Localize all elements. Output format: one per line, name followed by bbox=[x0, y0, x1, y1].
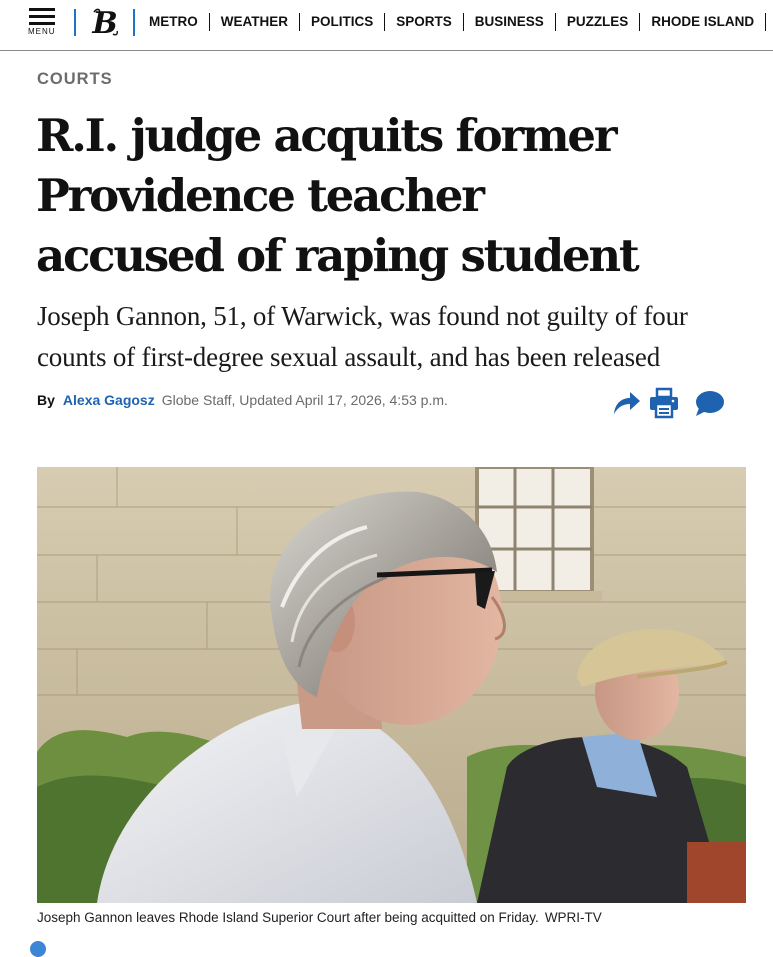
comment-bubble-icon bbox=[696, 391, 724, 416]
article-tools bbox=[612, 387, 726, 419]
photo-caption: Joseph Gannon leaves Rhode Island Superi… bbox=[37, 910, 602, 925]
byline-meta: Globe Staff, Updated April 17, 2026, 4:5… bbox=[161, 392, 448, 408]
courthouse-photo-illustration bbox=[37, 467, 746, 903]
nav-item-politics[interactable]: POLITICS bbox=[300, 13, 386, 31]
boston-globe-logo[interactable]: B bbox=[89, 4, 121, 41]
byline: By Alexa Gagosz Globe Staff, Updated Apr… bbox=[37, 389, 448, 411]
nav-item-puzzles[interactable]: PUZZLES bbox=[556, 13, 641, 31]
comment-button[interactable] bbox=[695, 387, 725, 419]
hamburger-icon-bar bbox=[29, 15, 55, 18]
byline-by-label: By bbox=[37, 392, 55, 408]
share-button[interactable] bbox=[612, 387, 642, 419]
nav-item-weather[interactable]: WEATHER bbox=[210, 13, 300, 31]
section-nav: METRO WEATHER POLITICS SPORTS BUSINESS P… bbox=[138, 12, 773, 32]
boston-globe-b-logo-icon: B bbox=[91, 6, 118, 41]
share-arrow-icon bbox=[614, 392, 640, 414]
hamburger-icon bbox=[29, 8, 55, 11]
article-dek: Joseph Gannon, 51, of Warwick, was found… bbox=[37, 301, 688, 372]
nav-item-rhode-island[interactable]: RHODE ISLAND bbox=[640, 13, 767, 31]
floating-action-dot[interactable] bbox=[30, 941, 46, 957]
menu-button[interactable]: MENU bbox=[26, 6, 60, 38]
nav-item-sports[interactable]: SPORTS bbox=[385, 13, 464, 31]
menu-label: MENU bbox=[28, 27, 56, 36]
photo-credit: WPRI-TV bbox=[544, 910, 602, 925]
author-link[interactable]: Alexa Gagosz bbox=[63, 392, 155, 408]
section-label[interactable]: COURTS bbox=[37, 70, 113, 89]
nav-divider bbox=[74, 9, 76, 36]
caption-text: Joseph Gannon leaves Rhode Island Superi… bbox=[37, 910, 539, 925]
article-headline: R.I. judge acquits former Providence tea… bbox=[36, 109, 640, 282]
nav-item-metro[interactable]: METRO bbox=[138, 13, 210, 31]
nav-item-truncated[interactable]: G bbox=[766, 13, 773, 31]
nav-divider bbox=[133, 9, 135, 36]
top-navigation-bar: MENU B METRO WEATHER POLITICS SPORTS BUS… bbox=[0, 0, 773, 51]
nav-item-business[interactable]: BUSINESS bbox=[464, 13, 556, 31]
printer-icon bbox=[650, 387, 678, 419]
hamburger-icon-bar bbox=[29, 22, 55, 25]
print-button[interactable] bbox=[649, 387, 679, 419]
article-photo[interactable] bbox=[37, 467, 746, 903]
